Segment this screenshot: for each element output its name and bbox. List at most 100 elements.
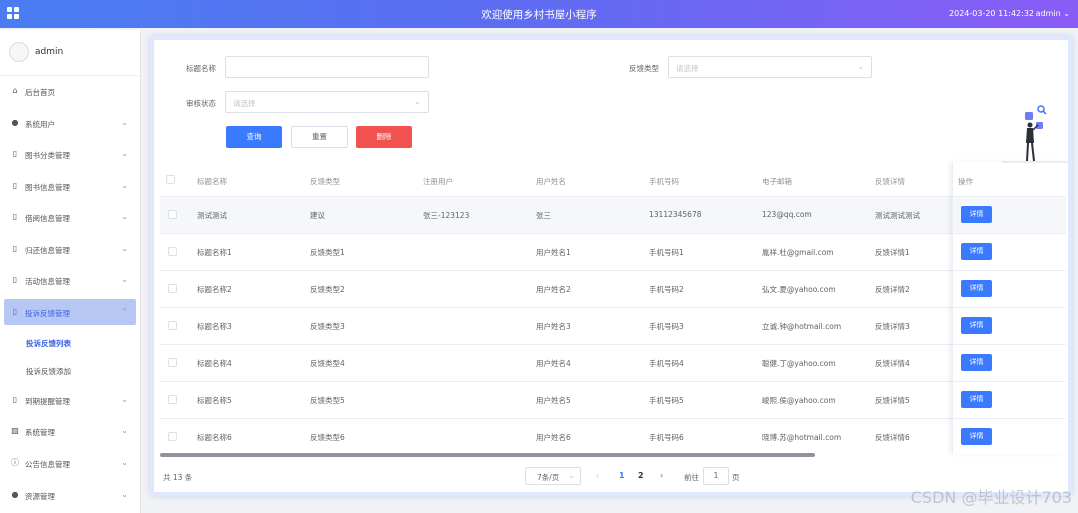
table-cell: 标题名称6 [197, 433, 232, 442]
table-cell: 手机号码6 [649, 433, 684, 442]
sidebar-item-label: 资源管理 [25, 492, 55, 501]
app-title: 欢迎使用乡村书屋小程序 [481, 9, 597, 21]
row-checkbox[interactable] [168, 395, 177, 404]
chevron-down-icon: ⌄ [121, 212, 128, 221]
actions-fixed-column [952, 162, 1066, 454]
column-header: 反馈类型 [310, 177, 340, 186]
column-header: 反馈详情 [875, 177, 905, 186]
doc-icon: ▯ [12, 244, 18, 253]
doc-icon: ▯ [12, 181, 18, 190]
pin-icon: ● [11, 490, 19, 499]
sidebar-item-8[interactable]: ▯ 到期提醒管理 ⌄ [4, 387, 136, 413]
table-cell: 反馈详情4 [875, 359, 910, 368]
table-row[interactable] [160, 196, 1066, 233]
avatar [9, 42, 29, 62]
chevron-down-icon: ⌄ [414, 97, 421, 106]
table-cell: 用户姓名5 [536, 396, 571, 405]
table-cell: 13112345678 [649, 210, 702, 219]
table-row[interactable] [160, 233, 1066, 270]
row-checkbox[interactable] [168, 247, 177, 256]
query-button[interactable]: 查询 [226, 126, 282, 148]
column-header: 标题名称 [197, 177, 227, 186]
table-cell: 张三 [536, 211, 551, 220]
table-cell: 反馈详情2 [875, 285, 910, 294]
feedback-type-select[interactable]: 请选择 ⌄ [668, 56, 872, 78]
doc-icon: ▯ [12, 307, 18, 316]
table-cell: 手机号码3 [649, 322, 684, 331]
title-name-label: 标题名称 [186, 64, 216, 73]
row-checkbox[interactable] [168, 358, 177, 367]
table-cell: 测试测试 [197, 211, 227, 220]
table-cell: 立诚.钟@hotmail.com [762, 322, 842, 331]
sidebar-item-label: 后台首页 [25, 88, 55, 97]
feedback-type-placeholder: 请选择 [676, 64, 699, 73]
chevron-down-icon: ⌄ [1063, 9, 1070, 18]
next-page-icon[interactable]: › [660, 471, 663, 480]
sidebar-item-11[interactable]: ● 资源管理 ⌄ [4, 482, 136, 508]
sidebar-item-10[interactable]: ⓘ 公告信息管理 ⌄ [4, 450, 136, 476]
sidebar-item-5[interactable]: ▯ 归还信息管理 ⌄ [4, 236, 136, 262]
sidebar-item-1[interactable]: ● 系统用户 ⌄ [4, 110, 136, 136]
sidebar-item-0[interactable]: ⌂ 后台首页 [4, 78, 136, 104]
column-header: 电子邮箱 [762, 177, 792, 186]
table-cell: 测试测试测试 [875, 211, 920, 220]
prev-page-icon[interactable]: ‹ [596, 471, 599, 480]
table-cell: 用户姓名1 [536, 248, 571, 257]
table-row[interactable] [160, 418, 1066, 455]
table-cell: 胤祥.杜@gmail.com [762, 248, 834, 257]
chevron-down-icon: ⌄ [121, 490, 128, 499]
table-cell: 峻熙.侯@yahoo.com [762, 396, 836, 405]
sidebar-item-2[interactable]: ▯ 图书分类管理 ⌄ [4, 141, 136, 167]
table-cell: 标题名称4 [197, 359, 232, 368]
table-cell: 反馈详情6 [875, 433, 910, 442]
review-status-select[interactable]: 请选择 ⌄ [225, 91, 429, 113]
table-row[interactable] [160, 381, 1066, 418]
sidebar-item-6[interactable]: ▯ 活动信息管理 ⌄ [4, 267, 136, 293]
table-cell: 用户姓名2 [536, 285, 571, 294]
table-cell: 123@qq.com [762, 210, 812, 219]
chevron-down-icon: ⌄ [121, 118, 128, 127]
table-row[interactable] [160, 307, 1066, 344]
chevron-down-icon: ⌄ [857, 62, 864, 71]
table-row[interactable] [160, 270, 1066, 307]
goto-label: 前往 [684, 473, 699, 482]
select-all-checkbox[interactable] [166, 175, 175, 184]
sidebar-item-9[interactable]: ▨ 系统管理 ⌄ [4, 418, 136, 444]
table-cell: 反馈详情3 [875, 322, 910, 331]
sidebar-subitem-1[interactable]: 投诉反馈添加 [26, 366, 71, 377]
page-size-select[interactable]: 7条/页 ⌄ [525, 467, 581, 485]
current-datetime: 2024-03-20 11:42:32 [949, 9, 1034, 18]
chevron-down-icon: ⌄ [121, 275, 128, 284]
review-status-label: 审核状态 [186, 99, 216, 108]
table-cell: 反馈类型6 [310, 433, 345, 442]
feedback-type-label: 反馈类型 [629, 64, 659, 73]
horizontal-scrollbar[interactable] [160, 453, 815, 457]
sidebar-item-4[interactable]: ▯ 借阅信息管理 ⌄ [4, 204, 136, 230]
page-1-button[interactable]: 1 [619, 471, 625, 480]
row-checkbox[interactable] [168, 284, 177, 293]
page-2-button[interactable]: 2 [638, 471, 644, 480]
table-cell: 标题名称2 [197, 285, 232, 294]
row-checkbox[interactable] [168, 432, 177, 441]
row-checkbox[interactable] [168, 210, 177, 219]
sidebar-item-3[interactable]: ▯ 图书信息管理 ⌄ [4, 173, 136, 199]
user-menu-dropdown[interactable]: admin ⌄ [1036, 9, 1070, 18]
table-cell: 反馈类型1 [310, 248, 345, 257]
chevron-down-icon: ⌄ [121, 244, 128, 253]
page-size-value: 7条/页 [537, 473, 560, 482]
table-row[interactable] [160, 344, 1066, 381]
sidebar-item-label: 活动信息管理 [25, 277, 70, 286]
goto-page-input[interactable]: 1 [703, 467, 729, 485]
table-cell: 用户姓名4 [536, 359, 571, 368]
row-checkbox[interactable] [168, 321, 177, 330]
chevron-up-icon: ⌃ [121, 307, 128, 316]
sidebar-subitem-0[interactable]: 投诉反馈列表 [26, 338, 71, 349]
sidebar-item-7[interactable]: ▯ 投诉反馈管理 ⌃ [4, 299, 136, 325]
reset-button[interactable]: 重置 [291, 126, 348, 148]
sidebar-item-label: 图书信息管理 [25, 183, 70, 192]
title-name-input[interactable] [225, 56, 429, 78]
sidebar-item-label: 借阅信息管理 [25, 214, 70, 223]
delete-button[interactable]: 删除 [356, 126, 412, 148]
top-header-bar: 欢迎使用乡村书屋小程序 2024-03-20 11:42:32 admin ⌄ [0, 0, 1078, 28]
table-cell: 手机号码2 [649, 285, 684, 294]
